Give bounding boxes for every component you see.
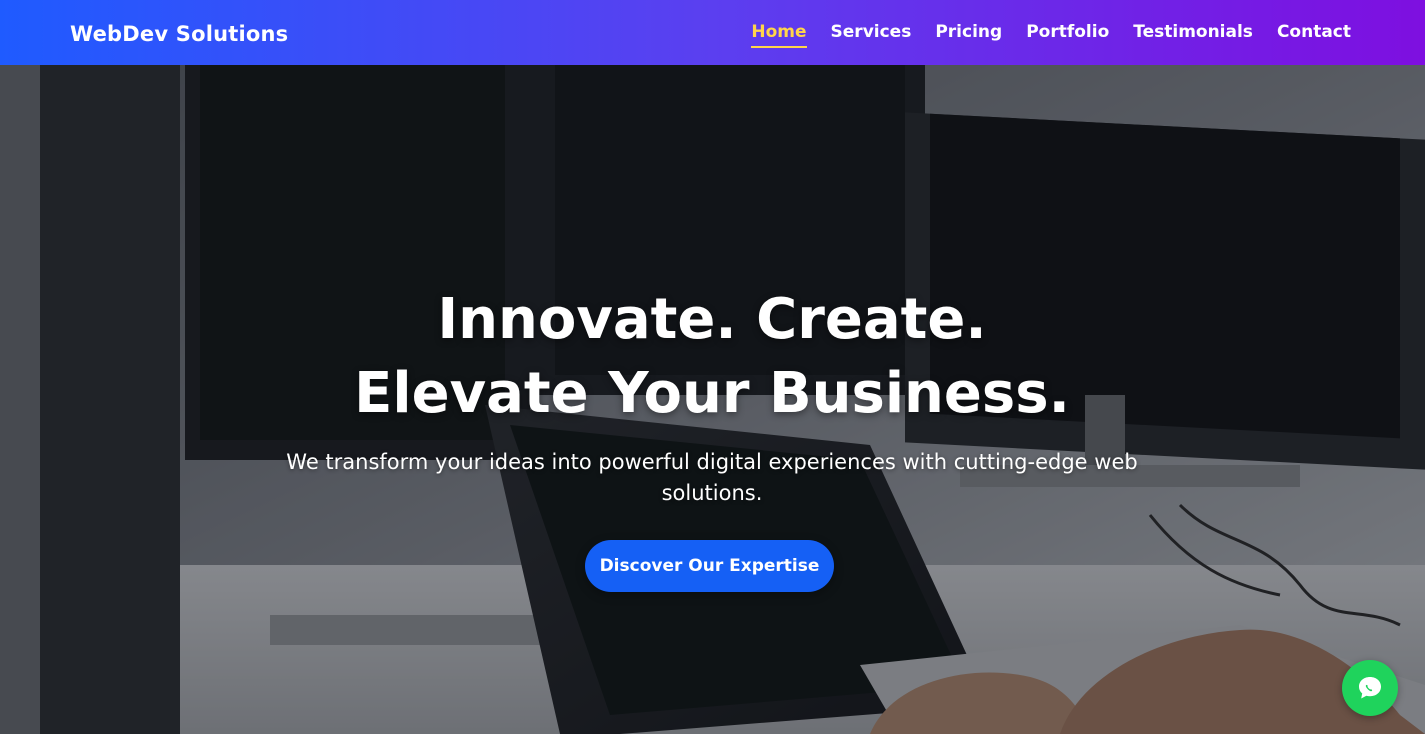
hero-subtitle: We transform your ideas into powerful di… (286, 450, 1138, 505)
hero-content: Innovate. Create. Elevate Your Business.… (0, 65, 1425, 734)
nav-link-home[interactable]: Home (751, 22, 807, 48)
chat-bubble-icon (1359, 677, 1381, 699)
nav-link-contact[interactable]: Contact (1277, 22, 1351, 44)
nav-menu: Home Services Pricing Portfolio Testimon… (751, 0, 1351, 65)
chat-button[interactable] (1342, 660, 1398, 716)
nav-link-pricing[interactable]: Pricing (935, 22, 1002, 44)
discover-expertise-button[interactable]: Discover Our Expertise (585, 540, 834, 592)
navbar: WebDev Solutions Home Services Pricing P… (0, 0, 1425, 65)
nav-link-testimonials[interactable]: Testimonials (1133, 22, 1253, 44)
nav-link-services[interactable]: Services (831, 22, 912, 44)
nav-link-portfolio[interactable]: Portfolio (1026, 22, 1109, 44)
hero-section: Innovate. Create. Elevate Your Business.… (0, 65, 1425, 734)
hero-title: Innovate. Create. Elevate Your Business. (354, 287, 1070, 426)
brand-logo[interactable]: WebDev Solutions (70, 0, 288, 65)
